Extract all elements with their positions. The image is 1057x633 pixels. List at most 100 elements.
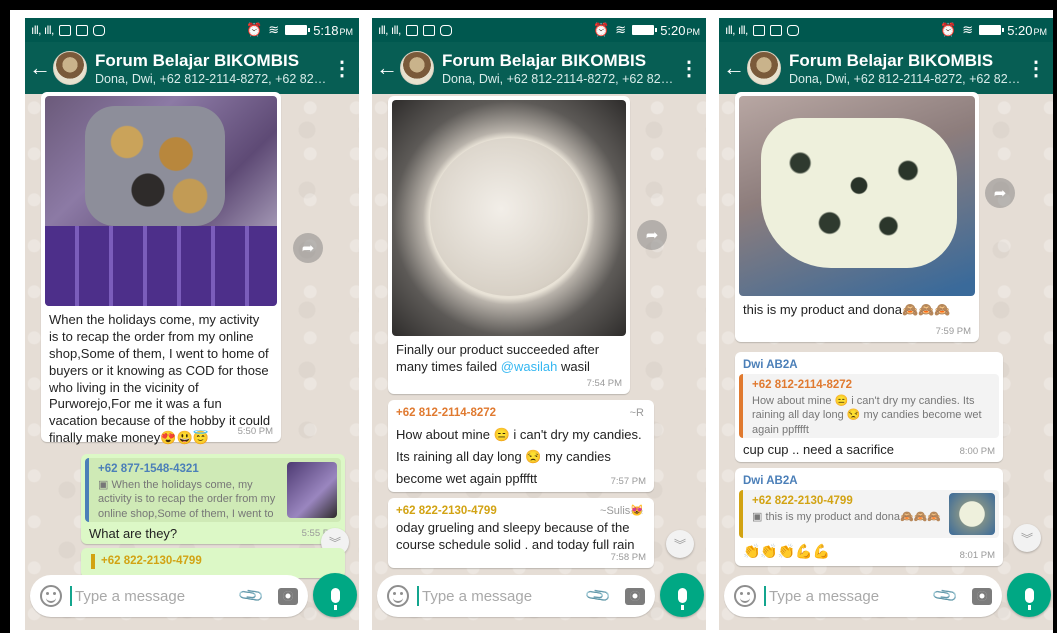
message-composer[interactable]: 📎 — [724, 575, 1002, 617]
message-text: Finally our product succeeded after many… — [396, 342, 600, 374]
image-icon: ▣ — [752, 510, 766, 523]
signal-icon: ıll, ıll, — [31, 23, 54, 37]
scroll-down-icon[interactable]: ︾ — [666, 530, 694, 558]
signal-icon: ıll, ıll, — [725, 23, 748, 37]
message-bubble[interactable]: Finally our product succeeded after many… — [388, 96, 630, 394]
product-photo[interactable] — [739, 96, 975, 296]
message-input[interactable] — [75, 587, 241, 605]
alarm-icon: ⏰ — [246, 22, 263, 37]
message-notification-icon — [75, 24, 88, 36]
gallery-notification-icon — [752, 24, 765, 36]
jewelry-pile — [85, 106, 225, 226]
alarm-icon: ⏰ — [940, 22, 957, 37]
message-input[interactable] — [769, 587, 935, 605]
message-composer[interactable]: 📎 — [377, 575, 655, 617]
mention-link[interactable]: @wasilah — [501, 359, 558, 374]
instagram-notification-icon — [439, 24, 452, 36]
battery-icon — [285, 25, 311, 35]
instagram-notification-icon — [786, 24, 799, 36]
forward-icon[interactable]: ➦ — [637, 220, 667, 250]
chat-title-area[interactable]: Forum Belajar BIKOMBIS Dona, Dwi, +62 81… — [95, 51, 329, 86]
mic-button[interactable] — [1007, 573, 1051, 617]
wifi-icon: ≋ — [962, 22, 974, 37]
paperclip-icon[interactable]: 📎 — [237, 582, 266, 611]
message-notification-icon — [422, 24, 435, 36]
status-bar: ıll, ıll, ⏰ ≋ 5:18PM — [25, 18, 359, 42]
message-bubble[interactable]: Dwi AB2A +62 822-2130-4799 ▣ this is my … — [735, 468, 1003, 566]
arrow-left-icon[interactable]: ← — [376, 57, 398, 79]
message-bubble-outgoing[interactable]: +62 877-1548-4321 ▣ When the holidays co… — [81, 454, 345, 544]
clock: 5:18PM — [313, 22, 353, 38]
battery-icon — [979, 25, 1005, 35]
paperclip-icon[interactable]: 📎 — [931, 582, 960, 611]
emoji-icon[interactable] — [387, 585, 409, 607]
flour-bowl — [430, 138, 588, 296]
chat-header: ← Forum Belajar BIKOMBIS Dona, Dwi, +62 … — [719, 42, 1053, 94]
message-bubble[interactable]: Dwi AB2A +62 812-2114-8272 How about min… — [735, 352, 1003, 462]
message-bubble[interactable]: When the holidays come, my activity is t… — [41, 92, 281, 445]
scroll-down-icon[interactable]: ︾ — [1013, 524, 1041, 552]
camera-icon[interactable] — [972, 587, 992, 605]
candy-cracker — [761, 118, 957, 268]
message-time: 7:57 PM — [610, 475, 646, 487]
forward-icon[interactable]: ➦ — [985, 178, 1015, 208]
phone-screen-3: ıll, ıll, ⏰ ≋ 5:20PM ← Forum Belajar BIK… — [719, 18, 1053, 630]
product-photo[interactable] — [392, 100, 626, 336]
chat-header: ← Forum Belajar BIKOMBIS Dona, Dwi, +62 … — [25, 42, 359, 94]
chat-title-area[interactable]: Forum Belajar BIKOMBIS Dona, Dwi, +62 81… — [442, 51, 676, 86]
paperclip-icon[interactable]: 📎 — [584, 582, 613, 611]
alarm-icon: ⏰ — [593, 22, 610, 37]
mic-button[interactable] — [660, 573, 704, 617]
gallery-notification-icon — [405, 24, 418, 36]
quoted-message[interactable]: +62 812-2114-8272 How about mine 😑 i can… — [739, 374, 999, 438]
message-time: 8:00 PM — [959, 445, 995, 457]
quote-sender: +62 812-2114-8272 — [752, 379, 853, 391]
quote-text: ▣ When the holidays come, my activity is… — [98, 478, 276, 520]
group-avatar[interactable] — [400, 51, 434, 85]
sender-alias: ~R — [629, 407, 644, 419]
purple-fabric — [45, 226, 277, 306]
chat-title: Forum Belajar BIKOMBIS — [442, 50, 647, 70]
message-bubble[interactable]: +62 812-2114-8272 ~R How about mine 😑 i … — [388, 400, 654, 492]
forward-icon[interactable]: ➦ — [293, 233, 323, 263]
group-avatar[interactable] — [53, 51, 87, 85]
text-cursor — [70, 586, 72, 606]
emoji-icon[interactable] — [40, 585, 62, 607]
camera-icon[interactable] — [625, 587, 645, 605]
chat-title: Forum Belajar BIKOMBIS — [95, 50, 300, 70]
phone-screen-2: ıll, ıll, ⏰ ≋ 5:20PM ← Forum Belajar BIK… — [372, 18, 706, 630]
signal-icon: ıll, ıll, — [378, 23, 401, 37]
wifi-icon: ≋ — [615, 22, 627, 37]
product-photo[interactable] — [45, 96, 277, 306]
arrow-left-icon[interactable]: ← — [29, 57, 51, 79]
message-bubble[interactable]: +62 822-2130-4799 ~Sulis😻 oday grueling … — [388, 498, 654, 568]
message-bubble-outgoing[interactable]: +62 822-2130-4799 — [81, 548, 345, 578]
mic-button[interactable] — [313, 573, 357, 617]
message-input[interactable] — [422, 587, 588, 605]
message-composer[interactable]: 📎 — [30, 575, 308, 617]
chat-title-area[interactable]: Forum Belajar BIKOMBIS Dona, Dwi, +62 81… — [789, 51, 1023, 86]
message-text: How about mine 😑 i can't dry my candies.… — [396, 427, 642, 487]
message-bubble[interactable]: this is my product and dona🙈🙈🙈 7:59 PM — [735, 92, 979, 342]
more-vert-icon[interactable]: ⋮ — [1023, 56, 1049, 81]
arrow-left-icon[interactable]: ← — [723, 57, 745, 79]
message-text: cup cup .. need a sacrifice — [743, 442, 895, 457]
camera-icon[interactable] — [278, 587, 298, 605]
message-notification-icon — [769, 24, 782, 36]
message-sender: Dwi AB2A — [743, 359, 798, 371]
emoji-icon[interactable] — [734, 585, 756, 607]
text-cursor — [417, 586, 419, 606]
quoted-message[interactable]: +62 822-2130-4799 ▣ this is my product a… — [739, 490, 999, 538]
mic-icon — [677, 587, 687, 610]
chat-participants: Dona, Dwi, +62 812-2114-8272, +62 821-..… — [95, 71, 329, 86]
group-avatar[interactable] — [747, 51, 781, 85]
message-time: 7:58 PM — [610, 551, 646, 563]
message-sender: +62 822-2130-4799 — [396, 505, 497, 517]
quoted-message[interactable]: +62 877-1548-4321 ▣ When the holidays co… — [85, 458, 341, 522]
wifi-icon: ≋ — [268, 22, 280, 37]
text-cursor — [764, 586, 766, 606]
more-vert-icon[interactable]: ⋮ — [329, 56, 355, 81]
message-time: 7:59 PM — [935, 325, 971, 337]
gallery-notification-icon — [58, 24, 71, 36]
more-vert-icon[interactable]: ⋮ — [676, 56, 702, 81]
